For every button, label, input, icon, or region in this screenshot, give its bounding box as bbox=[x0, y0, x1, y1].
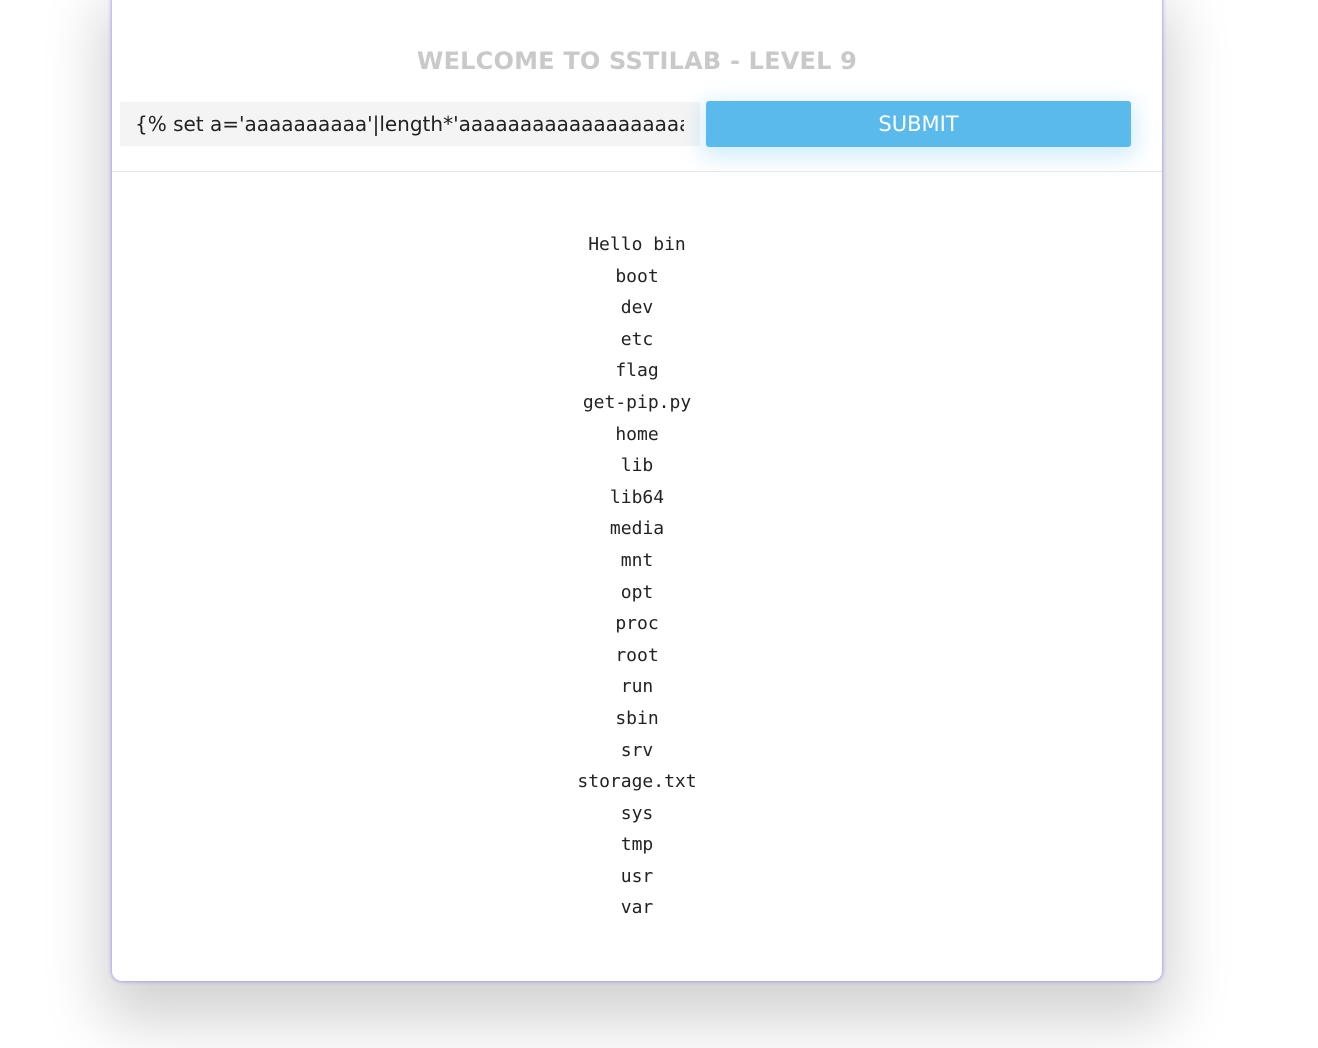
output-line: flag bbox=[615, 360, 659, 382]
output-line: srv bbox=[620, 739, 654, 761]
output-line: boot bbox=[615, 265, 659, 287]
output-line: storage.txt bbox=[577, 771, 697, 793]
output-line: lib bbox=[620, 455, 654, 477]
output-line: home bbox=[615, 423, 659, 445]
output-line: lib64 bbox=[609, 486, 665, 508]
output-line: run bbox=[620, 676, 654, 698]
output-line: sbin bbox=[615, 707, 659, 729]
output-line: proc bbox=[615, 613, 659, 635]
query-form: SUBMIT bbox=[120, 101, 1131, 147]
output-line: media bbox=[609, 518, 665, 540]
output-line: dev bbox=[620, 297, 654, 319]
output-listing: Hello bin boot dev etc flag get-pip.py h… bbox=[112, 229, 1162, 924]
output-line: opt bbox=[620, 581, 654, 603]
output-line: usr bbox=[620, 865, 654, 887]
output-line: root bbox=[615, 644, 659, 666]
output-line: Hello bin bbox=[588, 234, 686, 255]
main-card: WELCOME TO SSTILAB - LEVEL 9 SUBMIT Hell… bbox=[112, 0, 1162, 981]
divider bbox=[112, 171, 1162, 172]
output-line: mnt bbox=[620, 549, 654, 571]
submit-button[interactable]: SUBMIT bbox=[706, 101, 1131, 147]
output-line: sys bbox=[620, 802, 654, 824]
query-input[interactable] bbox=[120, 102, 700, 146]
page-title: WELCOME TO SSTILAB - LEVEL 9 bbox=[416, 47, 858, 75]
output-line: var bbox=[620, 897, 654, 919]
output-line: get-pip.py bbox=[582, 391, 692, 413]
output-line: tmp bbox=[620, 834, 654, 856]
output-line: etc bbox=[620, 328, 654, 350]
